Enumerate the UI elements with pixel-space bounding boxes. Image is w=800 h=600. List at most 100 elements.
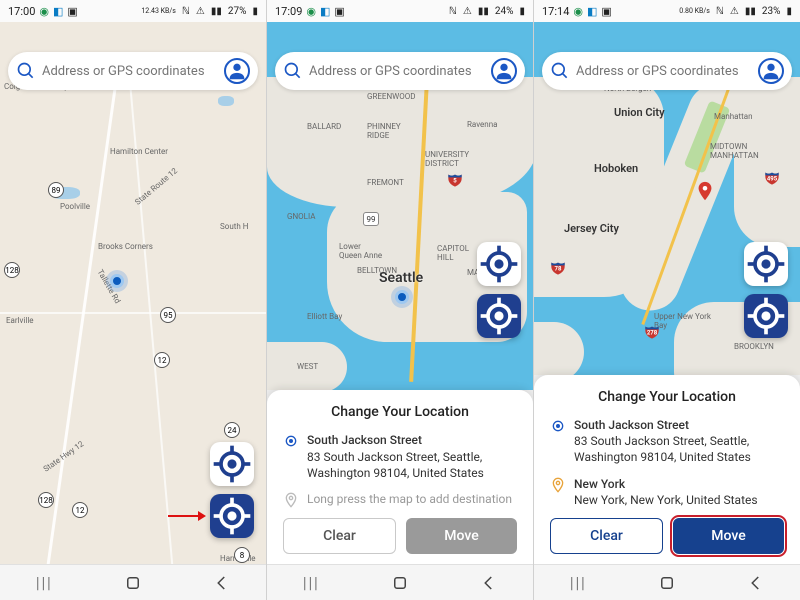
move-button[interactable]: Move <box>673 518 784 554</box>
battery-icon: ▮ <box>786 6 792 17</box>
search-icon[interactable] <box>16 61 36 81</box>
origin-icon <box>550 418 566 434</box>
wifi-off-icon: ⚠ <box>730 6 739 17</box>
profile-avatar[interactable] <box>491 58 517 84</box>
map-label: Hamilton Center <box>110 147 168 156</box>
map-label: Union City <box>614 106 665 119</box>
android-nav-bar: ||| <box>267 564 533 600</box>
svg-text:5: 5 <box>453 178 457 185</box>
route-shield: 128 <box>38 492 54 508</box>
map-label: Manhattan <box>714 112 753 121</box>
status-bar: 17:00 ◉ ◧ ▣ 12.43 KB/s ℕ ⚠ ▮▮ 27% ▮ <box>0 0 266 22</box>
status-app-icon: ◧ <box>587 5 597 18</box>
status-time: 17:14 <box>542 5 569 18</box>
back-button[interactable] <box>478 572 500 594</box>
back-button[interactable] <box>745 572 767 594</box>
map-label: MIDTOWNMANHATTAN <box>710 142 759 160</box>
search-icon[interactable] <box>283 61 303 81</box>
battery-pct: 27% <box>228 6 247 17</box>
phone-screen-1: 17:00 ◉ ◧ ▣ 12.43 KB/s ℕ ⚠ ▮▮ 27% ▮ Hami… <box>0 0 267 600</box>
android-nav-bar: ||| <box>534 564 800 600</box>
status-app-icon2: ▣ <box>334 5 344 18</box>
nfc-icon: ℕ <box>716 6 724 17</box>
card-title: Change Your Location <box>283 404 517 420</box>
profile-avatar[interactable] <box>758 58 784 84</box>
location-card: Change Your Location South Jackson Stree… <box>267 390 533 564</box>
locate-me-button[interactable] <box>210 442 254 486</box>
map-label: BROOKLYN <box>734 342 774 351</box>
route-shield: 8 <box>234 547 250 563</box>
origin-detail: 83 South Jackson Street, Seattle, Washin… <box>574 433 784 465</box>
map-label: Upper New YorkBay <box>654 312 711 330</box>
search-bar[interactable] <box>8 52 258 90</box>
recents-button[interactable]: ||| <box>567 572 589 594</box>
search-input[interactable] <box>36 64 224 79</box>
net-speed: 12.43 KB/s <box>141 8 176 15</box>
svg-text:78: 78 <box>555 266 562 273</box>
map-label: LowerQueen Anne <box>339 242 382 260</box>
nfc-icon: ℕ <box>449 6 457 17</box>
back-button[interactable] <box>211 572 233 594</box>
battery-pct: 24% <box>495 6 514 17</box>
move-button[interactable]: Move <box>406 518 517 554</box>
locate-me-button[interactable] <box>477 242 521 286</box>
battery-icon: ▮ <box>519 6 525 17</box>
set-location-button[interactable] <box>744 294 788 338</box>
home-button[interactable] <box>656 572 678 594</box>
status-app-icon2: ▣ <box>67 5 77 18</box>
set-location-button[interactable] <box>477 294 521 338</box>
destination-detail: New York, New York, United States <box>574 492 758 508</box>
clear-button[interactable]: Clear <box>550 518 663 554</box>
status-time: 17:00 <box>8 5 35 18</box>
origin-title: South Jackson Street <box>307 432 517 448</box>
map-label: BALLARD <box>307 122 341 131</box>
search-bar[interactable] <box>542 52 792 90</box>
status-app-icon: ◧ <box>53 5 63 18</box>
route-shield: 89 <box>48 182 64 198</box>
nfc-icon: ℕ <box>182 6 190 17</box>
interstate-shield: 495 <box>764 170 780 186</box>
interstate-shield: 5 <box>447 172 463 188</box>
set-location-button[interactable] <box>210 494 254 538</box>
status-bar: 17:09 ◉ ◧ ▣ ℕ ⚠ ▮▮ 24% ▮ <box>267 0 533 22</box>
battery-pct: 23% <box>762 6 781 17</box>
status-bar: 17:14 ◉ ◧ ▣ 0.80 KB/s ℕ ⚠ ▮▮ 23% ▮ <box>534 0 800 22</box>
signal-icon: ▮▮ <box>478 6 489 17</box>
wifi-off-icon: ⚠ <box>196 6 205 17</box>
search-icon[interactable] <box>550 61 570 81</box>
locate-me-button[interactable] <box>744 242 788 286</box>
map-label: Elliott Bay <box>307 312 342 321</box>
destination-location-row: New YorkNew York, New York, United State… <box>550 476 784 508</box>
origin-location-row: South Jackson Street83 South Jackson Str… <box>283 432 517 481</box>
status-app-icon: ◧ <box>320 5 330 18</box>
destination-hint-text: Long press the map to add destination <box>307 491 512 508</box>
profile-avatar[interactable] <box>224 58 250 84</box>
route-shield: 95 <box>160 307 176 323</box>
interstate-shield: 78 <box>550 260 566 276</box>
hint-arrow <box>166 506 206 526</box>
recents-button[interactable]: ||| <box>300 572 322 594</box>
origin-title: South Jackson Street <box>574 417 784 433</box>
status-time: 17:09 <box>275 5 302 18</box>
map-label: Jersey City <box>564 222 619 235</box>
recents-button[interactable]: ||| <box>33 572 55 594</box>
search-input[interactable] <box>570 64 758 79</box>
android-nav-bar: ||| <box>0 564 266 600</box>
route-shield: 99 <box>363 212 379 226</box>
route-shield: 12 <box>72 502 88 518</box>
loc-icon: ◉ <box>306 5 316 18</box>
home-button[interactable] <box>122 572 144 594</box>
card-title: Change Your Location <box>550 389 784 405</box>
route-shield: 24 <box>224 422 240 438</box>
clear-button[interactable]: Clear <box>283 518 396 554</box>
map-label: Poolville <box>60 202 90 211</box>
map-pin[interactable] <box>694 180 716 202</box>
search-bar[interactable] <box>275 52 525 90</box>
svg-text:495: 495 <box>767 176 778 183</box>
search-input[interactable] <box>303 64 491 79</box>
destination-hint-row[interactable]: Long press the map to add destination <box>283 491 517 508</box>
city-label: Seattle <box>379 270 423 286</box>
signal-icon: ▮▮ <box>745 6 756 17</box>
home-button[interactable] <box>389 572 411 594</box>
interstate-shield: 278 <box>644 324 660 340</box>
